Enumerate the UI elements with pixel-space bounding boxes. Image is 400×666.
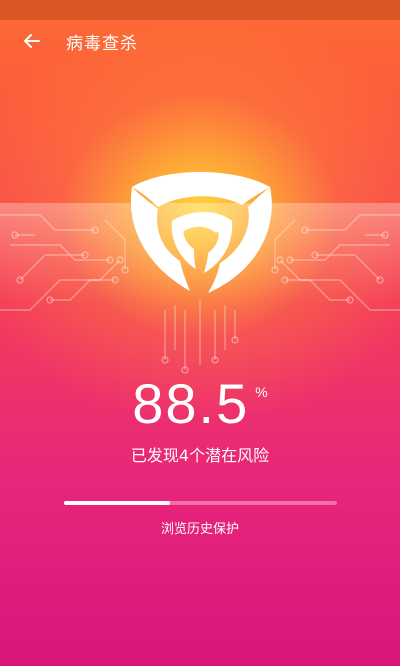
scan-percent-unit: % [255, 384, 268, 400]
back-button[interactable] [10, 20, 54, 62]
arrow-left-icon [24, 34, 40, 48]
current-scan-item: 浏览历史保护 [160, 522, 239, 537]
page-title: 病毒查杀 [66, 33, 138, 54]
status-bar [0, 0, 400, 20]
app-bar: 病毒查杀 [0, 20, 400, 62]
virus-scan-screen: 病毒查杀 88.5% 已发现4个潜在风险 浏览历史保护 [0, 0, 400, 666]
shield-logo-icon [130, 172, 272, 293]
risk-message: 已发现4个潜在风险 [130, 446, 270, 465]
scan-progress-bar [64, 501, 337, 505]
scan-progress-fill [64, 501, 171, 505]
scan-percent: 88.5% [0, 372, 400, 436]
scan-percent-value: 88.5 [132, 372, 250, 435]
